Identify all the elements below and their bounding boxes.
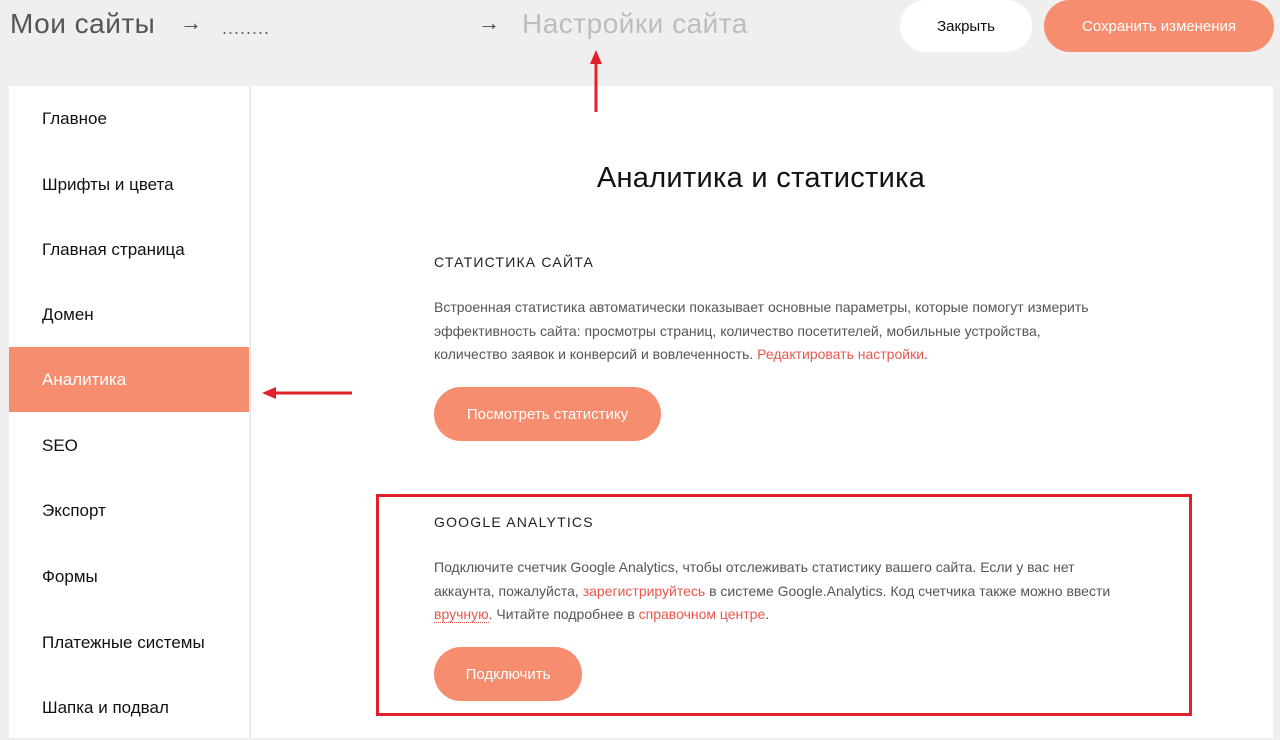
annotation-arrow-left-icon	[262, 387, 352, 399]
breadcrumb-site-name[interactable]: ........	[222, 18, 270, 39]
site-stats-description: Встроенная статистика автоматически пока…	[434, 296, 1114, 367]
sidebar-item-domain[interactable]: Домен	[9, 282, 249, 347]
save-changes-button[interactable]: Сохранить изменения	[1044, 0, 1274, 52]
annotation-arrow-up-icon	[590, 50, 602, 112]
site-stats-text-end: .	[924, 346, 928, 362]
page-title: Настройки сайта	[522, 8, 748, 39]
breadcrumb-arrow-icon: →	[478, 10, 500, 35]
sidebar-item-payment-systems[interactable]: Платежные системы	[9, 610, 249, 675]
sidebar-item-seo[interactable]: SEO	[9, 413, 249, 478]
settings-sidebar: Главное Шрифты и цвета Главная страница …	[9, 86, 249, 738]
sidebar-item-export[interactable]: Экспорт	[9, 478, 249, 543]
section-title: Аналитика и статистика	[596, 162, 926, 194]
site-stats-heading: СТАТИСТИКА САЙТА	[434, 254, 595, 270]
sidebar-item-analytics[interactable]: Аналитика	[9, 347, 249, 412]
sidebar-item-home-page[interactable]: Главная страница	[9, 217, 249, 282]
breadcrumb-arrow-icon: →	[180, 10, 202, 35]
edit-settings-link[interactable]: Редактировать настройки	[757, 346, 924, 362]
view-stats-button[interactable]: Посмотреть статистику	[434, 387, 661, 441]
close-button[interactable]: Закрыть	[900, 0, 1032, 52]
annotation-highlight-box	[376, 494, 1192, 716]
breadcrumb-my-sites[interactable]: Мои сайты	[10, 8, 155, 40]
sidebar-item-fonts-colors[interactable]: Шрифты и цвета	[9, 152, 249, 217]
sidebar-item-forms[interactable]: Формы	[9, 544, 249, 609]
sidebar-item-main[interactable]: Главное	[9, 86, 249, 151]
sidebar-item-header-footer[interactable]: Шапка и подвал	[9, 675, 249, 740]
